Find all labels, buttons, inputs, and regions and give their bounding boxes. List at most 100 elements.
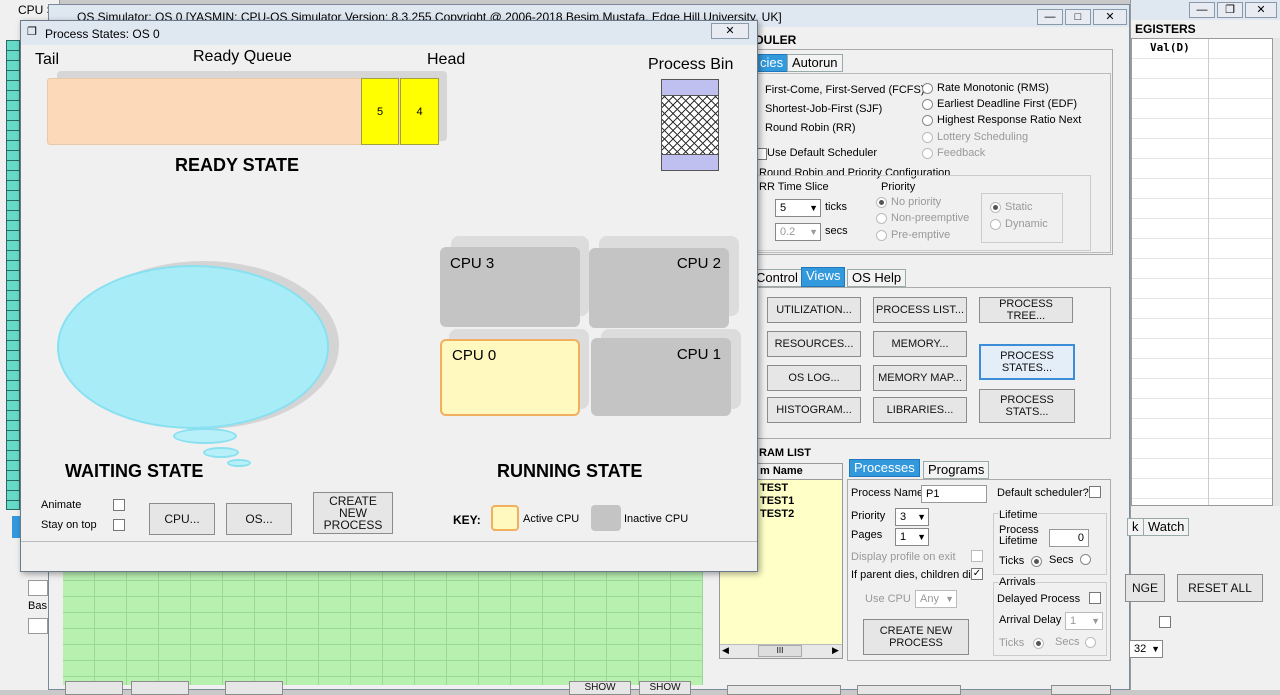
no-priority-label[interactable]: No priority [891,196,941,208]
create-new-process-button[interactable]: CREATE NEW PROCESS [313,492,393,534]
tab-processes[interactable]: Processes [849,459,920,477]
scroll-thumb[interactable]: III [758,645,802,657]
process-tree-button[interactable]: PROCESS TREE... [979,297,1073,323]
pre-emptive-label[interactable]: Pre-emptive [891,229,950,241]
queue-item[interactable]: 5 [361,78,399,145]
show-button-2[interactable]: SHOW [639,681,691,695]
process-list-button[interactable]: PROCESS LIST... [873,297,967,323]
tab-control[interactable]: Control [751,269,803,287]
close-button[interactable]: ✕ [1093,9,1127,25]
bottom-button-b[interactable] [131,681,189,695]
arrival-ticks-radio[interactable] [1033,638,1044,649]
list-item[interactable]: TEST [760,482,788,494]
bottom-button-f[interactable] [1051,685,1111,695]
policy-rr[interactable]: Round Robin (RR) [765,122,855,134]
tab-autorun[interactable]: Autorun [787,54,843,72]
ps-close-button[interactable]: ✕ [711,23,749,39]
list-item[interactable]: TEST2 [760,508,794,520]
use-cpu-select[interactable]: Any ▼ [915,590,957,608]
radio-pre-emptive[interactable] [876,230,887,241]
radio-static[interactable] [990,202,1001,213]
radio-non-preemptive[interactable] [876,213,887,224]
tab-watch[interactable]: Watch [1143,518,1190,536]
process-name-input[interactable]: P1 [921,485,987,503]
os-log-button[interactable]: OS LOG... [767,365,861,391]
scroll-right-icon[interactable]: ▶ [832,645,839,656]
scroll-left-icon[interactable]: ◀ [722,645,729,656]
priority-select[interactable]: 3 ▼ [895,508,929,526]
lifetime-secs-label: Secs [1049,554,1074,566]
delayed-process-checkbox[interactable] [1089,592,1101,604]
tab-views[interactable]: Views [801,267,846,287]
radio-dynamic[interactable] [990,219,1001,230]
bottom-button-d[interactable] [727,685,841,695]
pages-select[interactable]: 1 ▼ [895,528,929,546]
policy-edf[interactable]: Earliest Deadline First (EDF) [937,98,1077,110]
queue-item[interactable]: 4 [400,78,439,145]
policy-feedback[interactable]: Feedback [937,147,985,159]
inactive-cpu-label: Inactive CPU [624,513,689,525]
animate-checkbox[interactable] [113,499,125,511]
radio-edf[interactable] [922,99,933,110]
lifetime-ticks-radio[interactable] [1031,556,1042,567]
base-field[interactable] [28,618,48,634]
reg-scrollbar[interactable] [1273,38,1280,506]
bottom-button-e[interactable] [857,685,961,695]
dynamic-label[interactable]: Dynamic [1005,218,1048,230]
os-button[interactable]: OS... [226,503,292,535]
policy-lottery[interactable]: Lottery Scheduling [937,131,1028,143]
libraries-button[interactable]: LIBRARIES... [873,397,967,423]
default-scheduler-checkbox[interactable] [1089,486,1101,498]
policy-rms[interactable]: Rate Monotonic (RMS) [937,82,1049,94]
create-process-button[interactable]: CREATE NEW PROCESS [863,619,969,655]
reg-minimize-button[interactable]: — [1189,2,1215,18]
utilization-button[interactable]: UTILIZATION... [767,297,861,323]
radio-hrrn[interactable] [922,115,933,126]
resources-button[interactable]: RESOURCES... [767,331,861,357]
cpu-0: CPU 0 [440,339,580,416]
left-field[interactable] [28,580,48,596]
process-states-button[interactable]: PROCESS STATES... [979,344,1075,380]
tab-k[interactable]: k [1127,518,1144,536]
policy-fcfs[interactable]: First-Come, First-Served (FCFS) [765,84,925,96]
radio-lottery[interactable] [922,132,933,143]
histogram-button[interactable]: HISTOGRAM... [767,397,861,423]
bottom-button-c[interactable] [225,681,283,695]
stay-on-top-checkbox[interactable] [113,519,125,531]
policy-hrrn[interactable]: Highest Response Ratio Next [937,114,1081,126]
static-label[interactable]: Static [1005,201,1033,213]
list-scrollbar[interactable]: ◀ III ▶ [720,644,842,658]
process-stats-button[interactable]: PROCESS STATS... [979,389,1075,423]
radio-feedback[interactable] [922,148,933,159]
arrival-delay-select[interactable]: 1 ▼ [1065,612,1103,630]
right-checkbox[interactable] [1159,616,1171,628]
change-button[interactable]: NGE [1125,574,1165,602]
lifetime-input[interactable]: 0 [1049,529,1089,547]
show-button-1[interactable]: SHOW [569,681,631,695]
memory-button[interactable]: MEMORY... [873,331,967,357]
ticks-select[interactable]: 5 ▼ [775,199,821,217]
tab-programs[interactable]: Programs [923,461,990,479]
tab-os-help[interactable]: OS Help [847,269,907,287]
reg-restore-button[interactable]: ❐ [1217,2,1243,18]
lifetime-secs-radio[interactable] [1080,554,1091,565]
bottom-button-a[interactable] [65,681,123,695]
bits-select[interactable]: 32 ▼ [1129,640,1163,658]
reg-close-button[interactable]: ✕ [1245,2,1277,18]
cpu-button[interactable]: CPU... [149,503,215,535]
arrival-secs-radio[interactable] [1085,637,1096,648]
minimize-button[interactable]: — [1037,9,1063,25]
policy-sjf[interactable]: Shortest-Job-First (SJF) [765,103,882,115]
non-preemptive-label[interactable]: Non-preemptive [891,212,969,224]
tab-policies[interactable]: cies [755,54,789,72]
maximize-button[interactable]: □ [1065,9,1091,25]
display-profile-checkbox[interactable] [971,550,983,562]
secs-select[interactable]: 0.2 ▼ [775,223,821,241]
radio-no-priority[interactable] [876,197,887,208]
parent-dies-checkbox[interactable]: ✓ [971,568,983,580]
memory-map-button[interactable]: MEMORY MAP... [873,365,967,391]
cpu-1: CPU 1 [591,338,731,416]
radio-rms[interactable] [922,83,933,94]
reset-all-button[interactable]: RESET ALL [1177,574,1263,602]
list-item[interactable]: TEST1 [760,495,794,507]
